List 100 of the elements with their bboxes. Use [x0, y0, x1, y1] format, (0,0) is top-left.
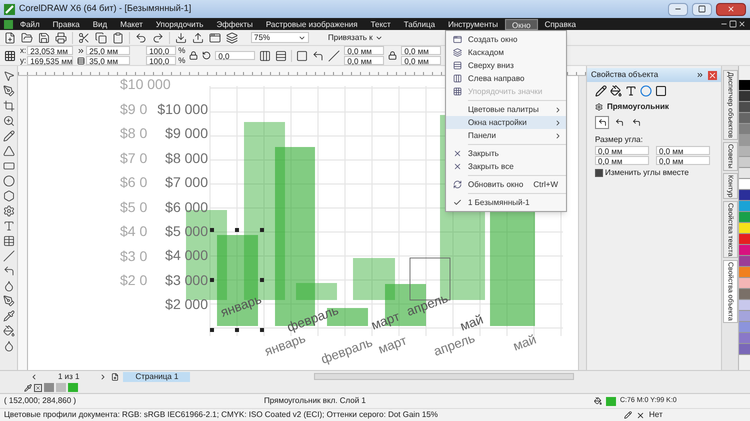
selection-handle[interactable]	[210, 278, 214, 282]
fill-icon[interactable]	[610, 85, 622, 97]
selection-handle[interactable]	[235, 228, 239, 232]
color-swatch[interactable]	[739, 322, 750, 333]
close-button[interactable]	[716, 2, 746, 16]
new-file-icon[interactable]	[4, 32, 16, 44]
color-swatch[interactable]	[739, 135, 750, 146]
color-swatch[interactable]	[739, 344, 750, 355]
color-swatch[interactable]	[739, 234, 750, 245]
pointer-icon[interactable]	[2, 70, 14, 82]
color-swatch[interactable]	[739, 212, 750, 223]
menu-item[interactable]: 1 Безымянный-1	[446, 196, 566, 209]
folder-icon[interactable]	[21, 32, 33, 44]
selection-handle[interactable]	[210, 328, 214, 332]
copy-icon[interactable]	[95, 32, 107, 44]
add-page-icon[interactable]	[111, 372, 120, 380]
color-swatch[interactable]	[739, 102, 750, 113]
corner-size-field[interactable]: 0,0 мм	[656, 156, 710, 165]
layers-icon[interactable]	[226, 32, 238, 44]
menu-item[interactable]: Растровые изображения	[260, 18, 364, 30]
color-swatch[interactable]	[44, 383, 54, 392]
menu-item[interactable]: Текст	[364, 18, 397, 30]
color-swatch[interactable]	[739, 157, 750, 168]
first-page-icon[interactable]	[30, 372, 38, 380]
frame-icon[interactable]	[655, 85, 667, 97]
menu-item[interactable]: Закрыть все	[446, 160, 566, 173]
color-swatch[interactable]	[739, 267, 750, 278]
print-icon[interactable]	[55, 32, 67, 44]
eyedropper-icon[interactable]	[2, 280, 14, 292]
restore-icon[interactable]	[729, 20, 737, 28]
pencil-icon[interactable]	[2, 130, 14, 142]
color-swatch[interactable]	[739, 311, 750, 322]
color-swatch[interactable]	[739, 179, 750, 190]
menu-item[interactable]: Таблица	[398, 18, 442, 30]
zoom-icon[interactable]	[2, 115, 14, 127]
selection-handle[interactable]	[260, 228, 264, 232]
scale-x-field[interactable]: 100,0	[146, 46, 176, 55]
zoom-dropdown[interactable]: 75%	[251, 32, 309, 43]
corner-icon[interactable]	[296, 50, 308, 62]
vertical-scrollbar[interactable]	[578, 76, 586, 370]
color-swatch[interactable]	[739, 124, 750, 135]
expand-icon[interactable]	[696, 71, 704, 79]
menu-item[interactable]: Окно	[504, 18, 538, 30]
width-field[interactable]: 25,0 мм	[86, 46, 130, 55]
rectangle-icon[interactable]	[2, 160, 14, 172]
horizontal-scrollbar[interactable]	[314, 373, 574, 380]
text-icon[interactable]	[625, 85, 637, 97]
pen-icon[interactable]	[2, 85, 14, 97]
scale-y-field[interactable]: 100,0	[146, 56, 176, 65]
corner-radius-field[interactable]: 0,0 мм	[344, 56, 384, 65]
color-swatch[interactable]	[739, 289, 750, 300]
corner-radius-field[interactable]: 0,0 мм	[401, 46, 442, 55]
close-icon[interactable]	[738, 20, 746, 28]
menu-item[interactable]: Справка	[538, 18, 582, 30]
menu-item[interactable]: Правка	[46, 18, 86, 30]
color-swatch[interactable]	[739, 223, 750, 234]
position-icon[interactable]	[4, 50, 16, 62]
maximize-button[interactable]	[692, 2, 712, 16]
corner-type-button[interactable]	[595, 116, 609, 129]
scallop-icon[interactable]	[312, 50, 324, 62]
chamfer-icon[interactable]	[328, 50, 340, 62]
color-swatch[interactable]	[739, 278, 750, 289]
menu-item[interactable]: Эффекты	[210, 18, 259, 30]
drop-icon[interactable]	[2, 340, 14, 352]
corner-radius-field[interactable]: 0,0 мм	[401, 56, 442, 65]
no-color-icon[interactable]	[34, 384, 42, 392]
triangle-icon[interactable]	[2, 145, 14, 157]
color-swatch[interactable]	[68, 383, 78, 392]
menu-item[interactable]: Создать окно	[446, 33, 566, 46]
eyedropper-icon[interactable]	[24, 384, 32, 392]
corner-size-field[interactable]: 0,0 мм	[595, 146, 649, 155]
color-swatch[interactable]	[739, 333, 750, 344]
selection-handle[interactable]	[235, 328, 239, 332]
cut-icon[interactable]	[78, 32, 90, 44]
mirror-icon[interactable]	[259, 50, 272, 62]
selection-handle[interactable]	[260, 278, 264, 282]
x-position-field[interactable]: 23,053 мм	[27, 46, 74, 55]
color-swatch[interactable]	[739, 190, 750, 201]
flip-icon[interactable]	[275, 50, 288, 62]
save-icon[interactable]	[38, 32, 50, 44]
height-field[interactable]: 35,0 мм	[86, 56, 130, 65]
selection-handle[interactable]	[210, 228, 214, 232]
menu-item[interactable]: Панели	[446, 129, 566, 142]
menu-item[interactable]: Упорядочить	[150, 18, 210, 30]
color-swatch[interactable]	[739, 201, 750, 212]
menu-item[interactable]: Цветовые палитры	[446, 103, 566, 116]
line-icon[interactable]	[2, 250, 14, 262]
menu-item[interactable]: Вид	[86, 18, 114, 30]
menu-item[interactable]: Каскадом	[446, 46, 566, 59]
menu-item[interactable]: Окна настройки	[446, 116, 566, 129]
lock-icon[interactable]	[388, 51, 398, 60]
rotation-field[interactable]: 0,0	[215, 51, 256, 60]
selection-handle[interactable]	[260, 328, 264, 332]
color-swatch[interactable]	[739, 168, 750, 179]
color-swatch[interactable]	[56, 383, 66, 392]
snap-dropdown[interactable]: Привязать к	[326, 32, 385, 43]
menu-item[interactable]: Файл	[14, 18, 46, 30]
paste-icon[interactable]	[112, 32, 124, 44]
corner-size-field[interactable]: 0,0 мм	[656, 146, 710, 155]
menu-item[interactable]: Сверху вниз	[446, 59, 566, 72]
